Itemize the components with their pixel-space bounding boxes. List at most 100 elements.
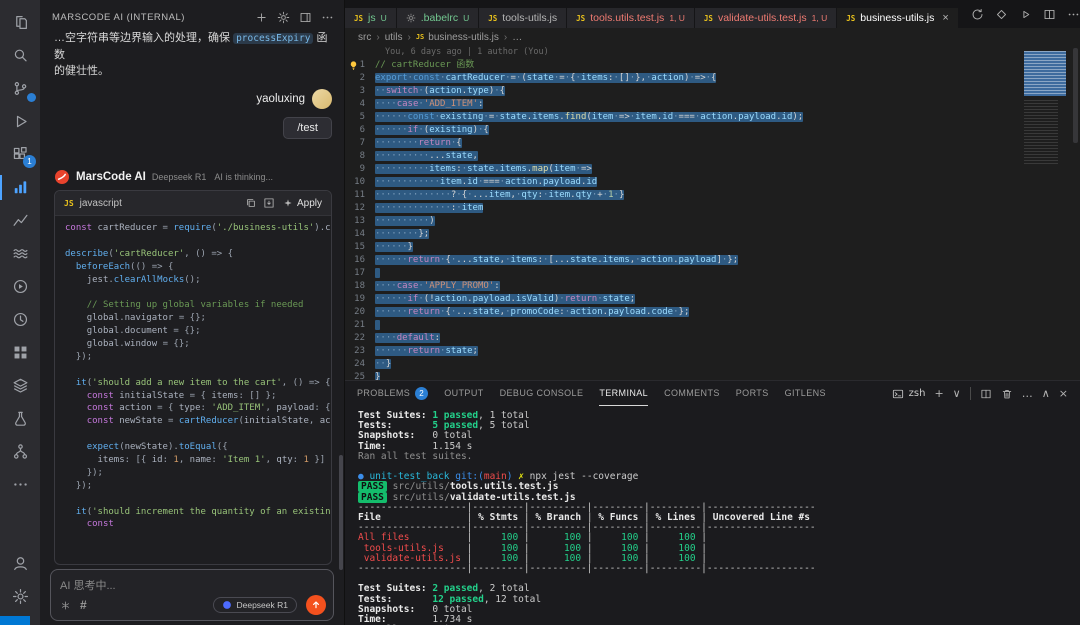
chat-code-line: global.window = {}; — [65, 338, 321, 351]
waves-icon[interactable] — [0, 237, 40, 270]
panel-tab-output[interactable]: OUTPUT — [444, 381, 483, 406]
account-icon[interactable] — [0, 547, 40, 580]
chat-settings-icon[interactable] — [277, 11, 290, 24]
panel-tab-comments[interactable]: COMMENTS — [664, 381, 720, 406]
more-icon[interactable] — [0, 468, 40, 501]
bottom-panel: PROBLEMS2 OUTPUT DEBUG CONSOLE TERMINAL COMM… — [345, 380, 1080, 625]
chat-code-line: const newState = cartReducer(initialStat… — [65, 415, 321, 428]
breadcrumb-item[interactable]: src — [358, 32, 371, 43]
chat-code-line: beforeEach(() => { — [65, 261, 321, 274]
breadcrumb-item[interactable]: … — [512, 32, 522, 43]
settings-icon[interactable] — [0, 580, 40, 613]
chat-scrollbar[interactable] — [339, 455, 343, 570]
code-block-header: JS javascript Apply — [55, 191, 331, 216]
panel-tab-terminal[interactable]: TERMINAL — [599, 381, 648, 406]
split-icon[interactable] — [1043, 8, 1056, 21]
chat-more-icon[interactable] — [321, 11, 334, 24]
history-icon[interactable] — [0, 303, 40, 336]
chat-code-line — [65, 428, 321, 441]
deepseek-icon — [222, 600, 232, 610]
marscode-ai-icon[interactable] — [0, 171, 40, 204]
open-in-editor-icon[interactable] — [299, 11, 312, 24]
code-line: 20······return·{·...state,·promoCode:·ac… — [345, 306, 1080, 319]
panel-more-icon[interactable]: … — [1022, 388, 1033, 399]
line-number: 22 — [345, 332, 375, 345]
chat-code-line: }); — [65, 467, 321, 480]
user-message-header: yaoluxing — [54, 89, 332, 109]
line-number: 3 — [345, 85, 375, 98]
maximize-panel-icon[interactable]: ∧ — [1042, 388, 1050, 399]
commands-icon[interactable] — [60, 600, 71, 611]
extensions-icon[interactable]: 1 — [0, 138, 40, 171]
line-number: 13 — [345, 215, 375, 228]
send-button[interactable] — [306, 595, 326, 615]
panel-tab-gitlens[interactable]: GITLENS — [785, 381, 826, 406]
panel-tab-ports[interactable]: PORTS — [736, 381, 769, 406]
tab-tools.utils.test.js[interactable]: JStools.utils.test.js1, U — [567, 8, 695, 28]
code-line: 24··} — [345, 358, 1080, 371]
grid-icon[interactable] — [0, 336, 40, 369]
editor-scrollbar[interactable] — [1073, 48, 1078, 143]
tab-business-utils.js[interactable]: JSbusiness-utils.js× — [837, 8, 959, 28]
terminal-output[interactable]: Test Suites: 1 passed, 1 totalTests: 5 p… — [358, 411, 1074, 625]
code-line: 2export·const·cartReducer·=·(state·=·{·i… — [345, 72, 1080, 85]
breadcrumb-item[interactable]: JSbusiness-utils.js — [416, 32, 499, 43]
code-editor[interactable]: You, 6 days ago | 1 author (You) 1// car… — [345, 46, 1080, 380]
play-circle-icon[interactable] — [0, 270, 40, 303]
chat-panel-title: MARSCODE AI (INTERNAL) — [52, 12, 246, 23]
tab-js[interactable]: JSjsU — [345, 8, 397, 28]
tab-.babelrc[interactable]: .babelrcU — [397, 8, 480, 28]
panel-tab-problems[interactable]: PROBLEMS2 — [357, 381, 428, 406]
run-debug-icon[interactable] — [0, 105, 40, 138]
kill-terminal-icon[interactable] — [1001, 388, 1013, 400]
breadcrumb-item[interactable]: utils — [385, 32, 403, 43]
close-tab-icon[interactable]: × — [942, 12, 948, 24]
chat-code-block: JS javascript Apply const cartReducer = … — [54, 190, 332, 565]
code-line: 1// cartReducer 函数 — [345, 59, 1080, 72]
panel-tab-debug-console[interactable]: DEBUG CONSOLE — [500, 381, 584, 406]
javascript-icon: JS — [576, 14, 585, 23]
chat-code-line: it('should add a new item to the cart', … — [65, 377, 321, 390]
chat-code-line — [65, 286, 321, 299]
search-icon[interactable] — [0, 39, 40, 72]
testing-icon[interactable] — [0, 402, 40, 435]
line-number: 23 — [345, 345, 375, 358]
history-icon[interactable] — [971, 8, 984, 21]
line-number: 17 — [345, 267, 375, 280]
split-terminal-icon[interactable] — [980, 388, 992, 400]
chat-code-line: describe('cartReducer', () => { — [65, 248, 321, 261]
code-line: 16······return·{·...state,·items:·[...st… — [345, 254, 1080, 267]
copy-code-icon[interactable] — [245, 197, 257, 209]
insert-code-icon[interactable] — [263, 197, 275, 209]
remote-indicator[interactable] — [0, 616, 30, 625]
line-number: 2 — [345, 72, 375, 85]
run-icon[interactable] — [1019, 8, 1032, 21]
terminal-shell-selector[interactable]: zsh — [892, 388, 926, 400]
tab-validate-utils.test.js[interactable]: JSvalidate-utils.test.js1, U — [695, 8, 837, 28]
close-panel-icon[interactable]: × — [1059, 388, 1068, 399]
model-selector[interactable]: Deepseek R1 — [213, 597, 297, 613]
more-icon[interactable] — [1067, 8, 1080, 21]
apply-button[interactable]: Apply — [283, 198, 322, 209]
context-hash-icon[interactable]: # — [80, 600, 87, 611]
metrics-icon[interactable] — [0, 204, 40, 237]
layers-icon[interactable] — [0, 369, 40, 402]
new-chat-icon[interactable] — [255, 11, 268, 24]
line-number: 14 — [345, 228, 375, 241]
lightbulb-icon[interactable] — [348, 60, 359, 71]
shell-dropdown-icon[interactable]: ∨ — [953, 388, 961, 399]
diff-icon[interactable] — [995, 8, 1008, 21]
user-message-bubble: /test — [283, 117, 332, 139]
chat-code-line — [65, 235, 321, 248]
new-terminal-icon[interactable]: + — [934, 388, 943, 399]
line-number: 6 — [345, 124, 375, 137]
minimap[interactable] — [1024, 48, 1070, 198]
explorer-icon[interactable] — [0, 6, 40, 39]
assistant-status: AI is thinking... — [214, 172, 273, 182]
chat-input[interactable]: AI 思考中... # Deepseek R1 — [50, 569, 334, 621]
javascript-icon: JS — [64, 199, 74, 208]
chat-code-line — [65, 364, 321, 377]
tab-tools-utils.js[interactable]: JStools-utils.js — [479, 8, 567, 28]
fork-icon[interactable] — [0, 435, 40, 468]
source-control-icon[interactable] — [0, 72, 40, 105]
